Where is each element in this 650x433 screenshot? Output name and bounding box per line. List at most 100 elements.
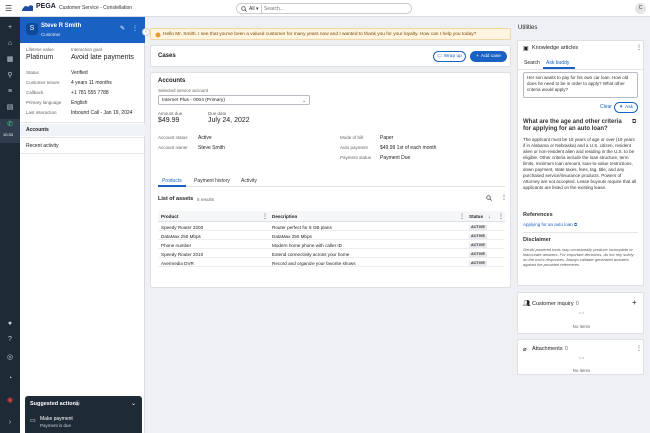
user-avatar[interactable]: C [635,3,646,14]
paperclip-icon: ⌀ [523,347,527,353]
ask-question-textarea[interactable]: Her son wants to pay for his own car loa… [523,72,638,98]
table-row[interactable]: Speedy Router 2010 Extend connectivity a… [158,250,505,258]
answer-title: What are the age and other criteria for … [523,119,622,132]
list-icon[interactable]: ≡ [5,87,15,97]
tab-payment-history[interactable]: Payment history [194,178,230,184]
attachments-title: Attachments [532,346,563,352]
col-status[interactable]: Status [469,214,483,219]
nav-item-accounts-label[interactable]: Accounts [26,127,49,133]
more-options-icon[interactable]: ⋮ [636,345,642,352]
field-label: Primary language [26,100,62,105]
disclaimer-text: GenAI-powered tools may occasionally pro… [523,247,634,267]
status-badge: ACTIVE [469,260,487,266]
reference-link[interactable]: Applying for an auto loan ⧉ [523,222,577,228]
wrap-up-button[interactable]: ▭ Wrap up [433,51,466,62]
column-menu-icon[interactable]: ⋮ [459,213,465,220]
inquiry-title: Customer inquiry [532,301,574,307]
info-icon: ⓘ [75,401,81,407]
cell-product: Phone number [161,243,192,248]
lifetime-value: Platinum [26,54,54,61]
divider [20,122,145,123]
empty-state-text: No items [572,324,591,329]
empty-state-text: No items [572,368,591,373]
sparkle-icon: ⁺⁺ [578,312,585,318]
cell-description: DataMax 250 Mbps [272,234,312,239]
copy-icon[interactable]: ⧉ [632,119,636,126]
field-label: Auto payment [340,145,368,150]
amount-due-value: $49.99 [158,117,180,124]
collapse-rail-icon[interactable]: › [5,418,15,428]
settings-icon[interactable]: ◎ [5,353,15,363]
grid-icon[interactable]: ▦ [5,55,15,65]
cell-product: Speedy Router 2010 [161,252,204,257]
assets-title: List of assets [158,196,194,202]
inquiry-count: 0 [576,301,579,307]
search-icon[interactable] [486,195,492,201]
table-row[interactable]: Speedy Router 3200 Router perfect for 8 … [158,223,505,231]
service-account-select[interactable]: Internet Plus - 0004 (Primary) ⌄ [158,95,310,105]
table-row[interactable]: DataMax 250 Mbps DataMax 250 Mbps ACTIVE [158,232,505,240]
calendar-icon[interactable]: ▤ [5,103,15,113]
greeting-text: Hello Mr. Smith. I see that you've been … [163,32,477,37]
sort-desc-icon[interactable]: ↓ [488,214,490,219]
plus-icon[interactable]: + [5,23,15,33]
cases-title: Cases [158,53,176,59]
table-row[interactable]: Phone number Modern home phone with call… [158,241,505,249]
customer-avatar: S [26,23,38,35]
phone-icon[interactable]: ✆ [5,120,15,130]
tab-products[interactable]: Products [162,178,182,184]
record-icon[interactable]: ◉ [5,396,15,406]
customer-header: S Steve R Smith Customer ✎ ⋮ [20,17,145,43]
divider [518,69,645,70]
more-options-icon[interactable]: ⋮ [636,44,642,51]
nav-item-recent-activity[interactable]: Recent activity [26,143,59,149]
suggested-action-item[interactable]: Make payment [40,416,73,422]
divider [523,232,638,233]
pega-logo-icon [21,3,34,13]
chevron-down-icon: ⌄ [302,98,307,104]
top-bar: ☰ PEGA Customer Service - Constellation … [0,0,650,17]
tab-search[interactable]: Search [524,60,540,66]
status-badge: ACTIVE [469,251,487,257]
edit-icon[interactable]: ✎ [120,25,125,32]
column-menu-icon[interactable]: ⋮ [498,213,504,220]
home-icon[interactable]: ⌂ [5,39,15,49]
accounts-title: Accounts [158,78,186,84]
call-timer: 10:33 [3,132,14,137]
clear-button[interactable]: Clear [600,104,612,110]
field-value: Payment Due [380,155,411,161]
ask-button[interactable]: ✦ Ask [614,102,638,113]
column-menu-icon[interactable]: ⋮ [262,213,268,220]
brand-name: PEGA [36,3,56,10]
tab-activity[interactable]: Activity [241,178,257,184]
more-options-icon[interactable]: ⋮ [501,194,507,201]
global-search[interactable]: All ▾ [236,3,412,14]
more-options-icon[interactable]: ⋮ [132,25,138,32]
add-inquiry-icon[interactable]: + [632,298,637,307]
search-icon [241,6,247,12]
col-description[interactable]: Description [272,214,297,219]
lifetime-value-label: Lifetime value [26,47,54,52]
cell-product: DataMax 250 Mbps [161,234,201,239]
document-icon: ▭ [30,418,36,424]
notification-icon[interactable]: ● [5,319,15,329]
search-input[interactable] [264,5,404,13]
tab-ask-buddy[interactable]: Ask buddy [546,60,569,66]
search-scope-select[interactable]: All ▾ [249,6,258,12]
amount-due-label: Amount due [158,111,183,116]
table-header: Product ⋮ Description ⋮ Status ↓ ⋮ [158,211,505,222]
chevron-down-icon[interactable]: ⌄ [131,400,136,407]
plus-icon: + [476,54,479,59]
search-rail-icon[interactable]: ⚲ [5,71,15,81]
add-case-button[interactable]: + Add case [470,51,507,62]
menu-icon[interactable]: ☰ [5,4,12,13]
collapse-left-icon[interactable]: ‹ [142,28,150,36]
accounts-card: Accounts Selected service account Intern… [150,72,511,288]
col-product[interactable]: Product [161,214,178,219]
help-icon[interactable]: ? [5,335,15,345]
agent-status-icon[interactable]: ◔ [5,374,15,384]
table-row[interactable]: Avermedia DVR Record and organize your f… [158,259,505,267]
attachments-card: ⌀ Attachments 0 ⋮ ⁺⁺ No items [517,339,644,375]
suggested-actions-panel: Suggested actions ⓘ ⌄ ▭ Make payment Pay… [25,396,142,433]
field-label: Callback [26,90,44,95]
